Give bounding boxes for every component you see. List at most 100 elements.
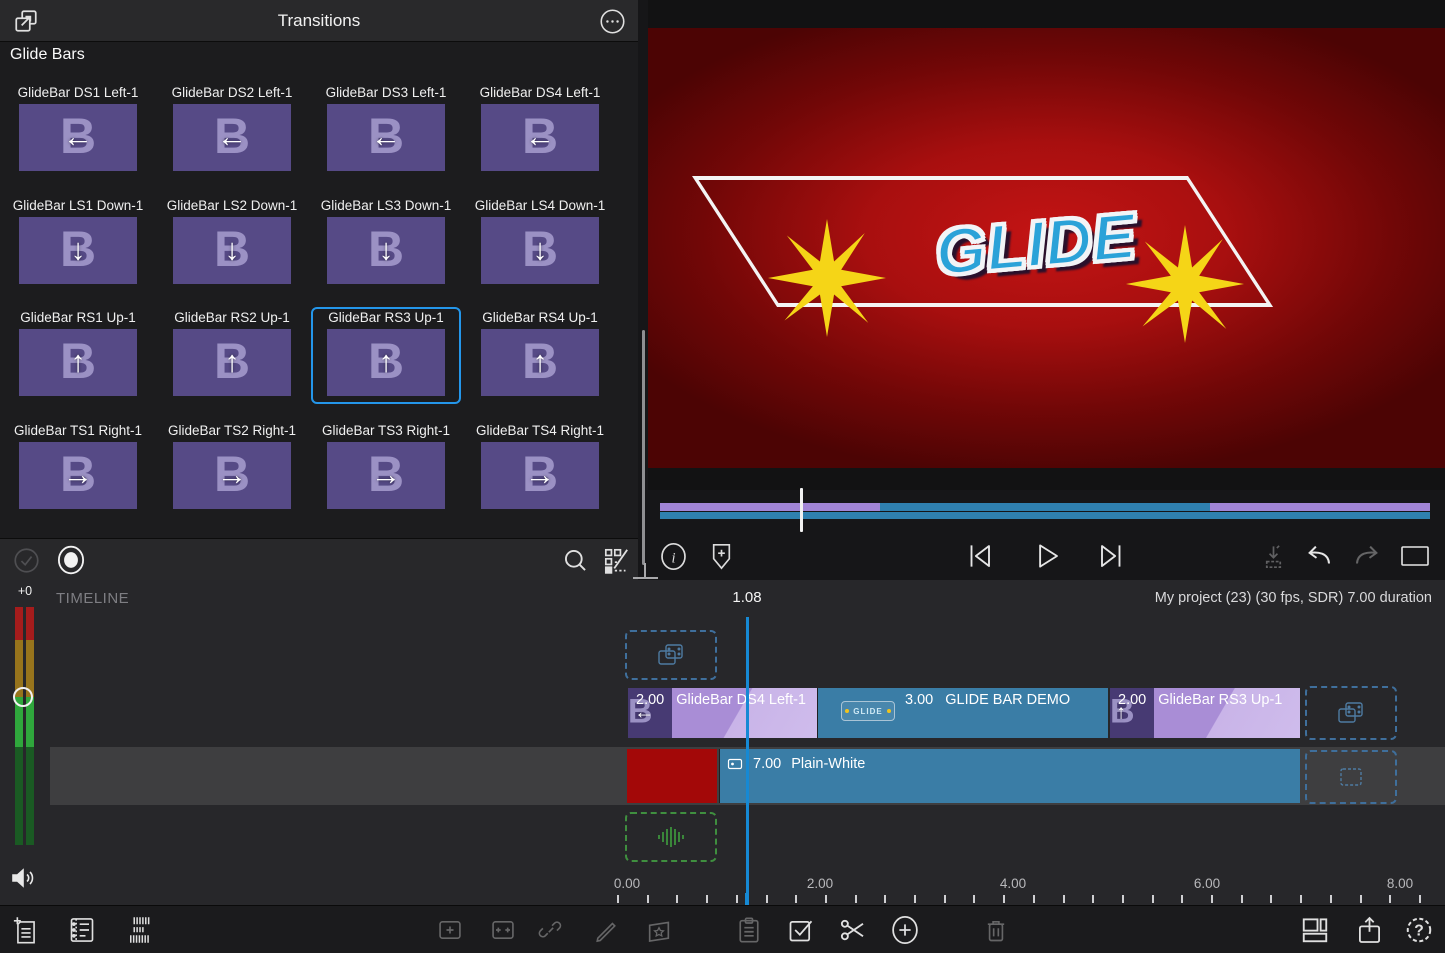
overwrite-clip-icon[interactable] — [488, 915, 518, 945]
video-frame: GLIDE — [648, 28, 1445, 468]
transition-thumbnail[interactable]: B↓ — [481, 217, 599, 284]
edit-list-icon[interactable] — [602, 546, 630, 574]
ruler-tick — [1092, 895, 1094, 903]
ruler-tick — [1152, 895, 1154, 903]
transition-thumbnail[interactable]: B↓ — [327, 217, 445, 284]
scrubber-segment — [660, 503, 880, 511]
insert-clip-icon[interactable] — [435, 915, 465, 945]
undo-icon[interactable] — [1304, 541, 1334, 571]
delete-clip-icon[interactable] — [981, 915, 1011, 945]
transition-item[interactable]: GlideBar LS2 Down-1B↓ — [157, 195, 307, 292]
transition-item[interactable]: GlideBar LS4 Down-1B↓ — [465, 195, 615, 292]
ruler-tick — [914, 895, 916, 903]
main-clip-thumbnail[interactable] — [627, 749, 717, 803]
ruler-tick — [1241, 895, 1243, 903]
clip-list-icon[interactable] — [67, 915, 97, 945]
transition-item[interactable]: GlideBar RS4 Up-1 B↑ — [465, 307, 615, 404]
clip-info-icon[interactable]: i — [658, 541, 688, 571]
transition-thumbnail[interactable]: B← — [19, 104, 137, 171]
select-mode-icon[interactable] — [12, 546, 40, 574]
edit-pencil-icon[interactable] — [591, 915, 621, 945]
ruler-playhead-mark — [745, 893, 749, 905]
transition-thumbnail[interactable]: B↑ — [173, 329, 291, 396]
fullscreen-icon[interactable] — [1400, 541, 1430, 571]
transition-thumbnail[interactable]: B← — [173, 104, 291, 171]
transition-thumbnail[interactable]: B↓ — [19, 217, 137, 284]
transition-item[interactable]: GlideBar DS3 Left-1B← — [311, 82, 461, 179]
svg-text:?: ? — [1414, 923, 1424, 940]
transition-thumbnail[interactable]: B↓ — [173, 217, 291, 284]
preview-scrubber-main-bar[interactable] — [660, 512, 1430, 519]
overlay-track-dropzone-right[interactable] — [1305, 686, 1397, 740]
ruler-tick — [1270, 895, 1272, 903]
add-marker-icon[interactable] — [706, 541, 736, 571]
redo-icon[interactable] — [1352, 541, 1382, 571]
transition-item[interactable]: GlideBar TS3 Right-1B→ — [311, 420, 461, 517]
add-project-icon[interactable] — [11, 915, 41, 945]
more-options-icon[interactable] — [598, 7, 626, 35]
audio-track-dropzone[interactable] — [625, 812, 717, 862]
add-clip-icon[interactable] — [890, 915, 920, 945]
transition-item[interactable]: GlideBar DS4 Left-1 B← — [465, 82, 615, 179]
transition-thumbnail[interactable]: B↑ — [19, 329, 137, 396]
audio-meter-right — [26, 607, 34, 845]
scrubber-playhead[interactable] — [800, 488, 803, 532]
scrubber-segment — [880, 503, 1210, 511]
link-clips-icon[interactable] — [536, 915, 566, 945]
transition-thumbnail[interactable]: B→ — [19, 442, 137, 509]
paste-attributes-icon[interactable] — [734, 915, 764, 945]
transition-item[interactable]: GlideBar DS2 Left-1B← — [157, 82, 307, 179]
layout-switch-icon[interactable] — [1300, 915, 1330, 945]
select-clips-icon[interactable] — [786, 915, 816, 945]
transition-item-label: GlideBar DS4 Left-1 — [467, 85, 613, 101]
panel-scrollbar[interactable] — [642, 330, 645, 565]
split-clip-icon[interactable] — [838, 915, 868, 945]
record-voiceover-button[interactable] — [57, 546, 85, 574]
skip-to-start-icon[interactable] — [964, 541, 994, 571]
play-button[interactable] — [1032, 541, 1062, 571]
track-size-icon[interactable] — [125, 915, 155, 945]
direction-arrow-icon: ↑ — [498, 347, 583, 377]
effects-preset-icon[interactable] — [644, 915, 674, 945]
transition-item[interactable]: GlideBar TS4 Right-1B→ — [465, 420, 615, 517]
overlay-track-dropzone[interactable] — [625, 630, 717, 680]
render-sample-icon[interactable] — [1258, 541, 1288, 571]
pane-divider-handle[interactable] — [633, 577, 658, 579]
direction-arrow-icon: ← — [344, 122, 429, 152]
pane-divider-handle[interactable] — [644, 563, 646, 578]
transition-item[interactable]: GlideBar RS2 Up-1B↑ — [157, 307, 307, 404]
video-preview[interactable]: GLIDE — [648, 0, 1445, 490]
ruler-tick — [1003, 895, 1005, 903]
transition-item[interactable]: GlideBar RS1 Up-1B↑ — [3, 307, 153, 404]
transition-thumbnail[interactable]: B→ — [327, 442, 445, 509]
search-icon[interactable] — [561, 546, 589, 574]
transition-item[interactable]: GlideBar LS3 Down-1B↓ — [311, 195, 461, 292]
transition-item[interactable]: GlideBar LS1 Down-1B↓ — [3, 195, 153, 292]
volume-knob[interactable] — [13, 687, 33, 707]
ruler-tick — [647, 895, 649, 903]
main-track-dropzone-right[interactable] — [1305, 750, 1397, 804]
ruler-label: 2.00 — [790, 876, 850, 891]
transition-thumbnail[interactable]: B→ — [173, 442, 291, 509]
timeline: TIMELINE 1.08 My project (23) (30 fps, S… — [0, 580, 1445, 905]
help-settings-icon[interactable]: ? — [1404, 915, 1434, 945]
skip-to-end-icon[interactable] — [1097, 541, 1127, 571]
transition-item[interactable]: GlideBar TS2 Right-1B→ — [157, 420, 307, 517]
share-export-icon[interactable] — [1354, 915, 1384, 945]
transition-clip-label: 2.00 GlideBar DS4 Left-1 — [636, 692, 806, 708]
transition-thumbnail[interactable]: B→ — [481, 442, 599, 509]
transition-item[interactable]: GlideBar RS3 Up-1B↑ — [311, 307, 461, 404]
transition-item[interactable]: GlideBar TS1 Right-1B→ — [3, 420, 153, 517]
preview-scrubber-overlay-bar[interactable] — [660, 503, 1430, 511]
transition-item-label: GlideBar RS4 Up-1 — [467, 310, 613, 326]
transition-thumbnail[interactable]: B↑ — [481, 329, 599, 396]
transition-thumbnail[interactable]: B↑ — [327, 329, 445, 396]
direction-arrow-icon: → — [344, 460, 429, 490]
timeline-playhead[interactable] — [746, 617, 749, 894]
transition-thumbnail[interactable]: B← — [327, 104, 445, 171]
speaker-icon[interactable] — [10, 865, 38, 891]
ruler-label: 0.00 — [597, 876, 657, 891]
ruler-tick — [766, 895, 768, 903]
transition-thumbnail[interactable]: B← — [481, 104, 599, 171]
transition-item[interactable]: GlideBar DS1 Left-1B← — [3, 82, 153, 179]
